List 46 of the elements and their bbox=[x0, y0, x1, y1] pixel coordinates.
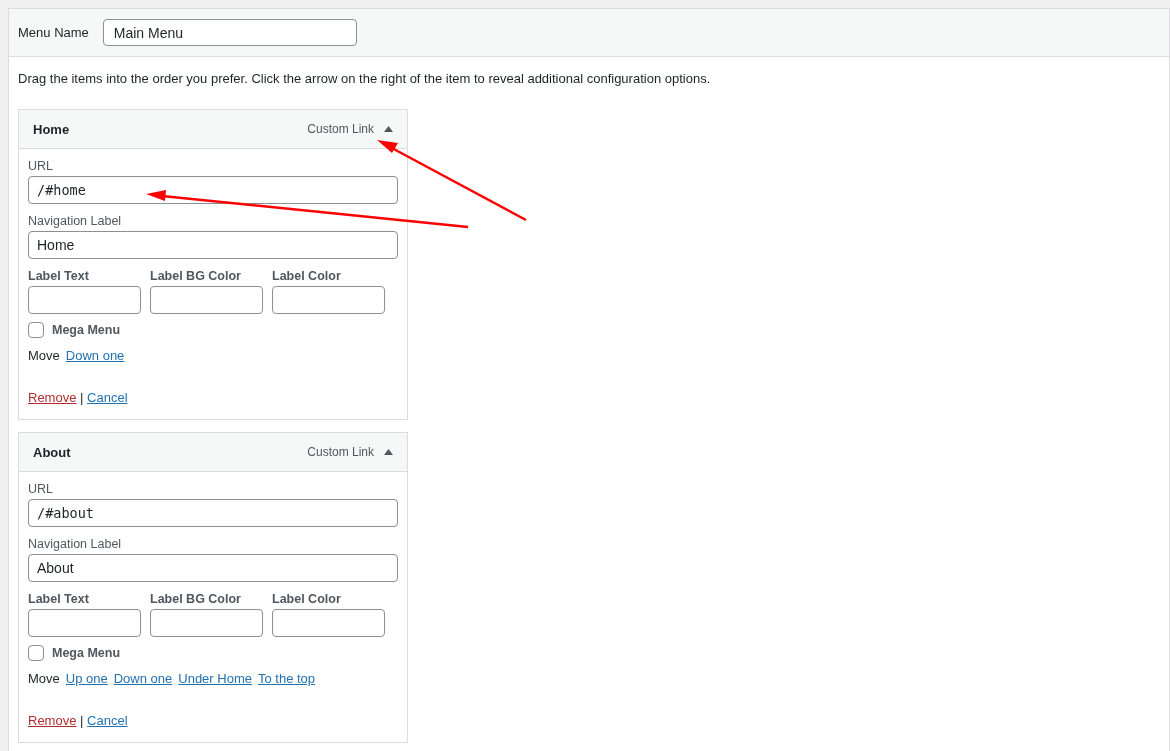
move-link[interactable]: To the top bbox=[257, 671, 316, 686]
item-type-label: Custom Link bbox=[307, 445, 374, 459]
navigation-label-label: Navigation Label bbox=[28, 537, 123, 551]
url-field[interactable]: /#about bbox=[28, 499, 398, 527]
url-label: URL bbox=[28, 159, 54, 173]
url-field[interactable]: /#home bbox=[28, 176, 398, 204]
mega-menu-label: Mega Menu bbox=[52, 323, 121, 337]
move-label: Move bbox=[28, 671, 60, 686]
input-field[interactable] bbox=[272, 609, 385, 637]
separator-text: | bbox=[80, 713, 84, 728]
menu-name-label: Menu Name bbox=[18, 25, 89, 40]
cancel-link[interactable]: Cancel bbox=[87, 390, 128, 405]
menu-name-field[interactable]: Main Menu bbox=[102, 19, 357, 46]
input-field[interactable] bbox=[150, 286, 263, 314]
move-link[interactable]: Down one bbox=[113, 671, 173, 686]
navigation-label-field[interactable]: About bbox=[28, 554, 398, 582]
move-link[interactable]: Down one bbox=[65, 348, 125, 363]
mega-menu-label: Mega Menu bbox=[52, 646, 121, 660]
menu-item-title: Home bbox=[33, 121, 71, 137]
field-label: Label Color bbox=[272, 592, 342, 606]
move-link[interactable]: Under Home bbox=[178, 671, 252, 686]
caret-icon[interactable] bbox=[384, 126, 393, 132]
navigation-label-field[interactable]: Home bbox=[28, 231, 398, 259]
move-label: Move bbox=[28, 348, 60, 363]
item-type-label: Custom Link bbox=[307, 122, 374, 136]
cancel-link[interactable]: Cancel bbox=[87, 713, 128, 728]
input-field[interactable] bbox=[150, 609, 263, 637]
caret-icon[interactable] bbox=[384, 449, 393, 455]
input-field[interactable] bbox=[272, 286, 385, 314]
remove-link[interactable]: Remove bbox=[28, 390, 77, 405]
input-field[interactable] bbox=[28, 286, 141, 314]
mega-menu-checkbox[interactable] bbox=[28, 322, 44, 338]
navigation-label-label: Navigation Label bbox=[28, 214, 123, 228]
url-label: URL bbox=[28, 482, 54, 496]
move-link[interactable]: Up one bbox=[65, 671, 108, 686]
remove-link[interactable]: Remove bbox=[28, 713, 77, 728]
field-label: Label Color bbox=[272, 269, 342, 283]
field-label: Label BG Color bbox=[150, 269, 242, 283]
separator-text: | bbox=[80, 390, 84, 405]
input-field[interactable] bbox=[28, 609, 141, 637]
field-label: Label BG Color bbox=[150, 592, 242, 606]
field-label: Label Text bbox=[28, 269, 90, 283]
instructions-text: Drag the items into the order you prefer. Click the arrow on the right of the item to reveal additional configuration options. bbox=[18, 71, 712, 86]
field-label: Label Text bbox=[28, 592, 90, 606]
mega-menu-checkbox[interactable] bbox=[28, 645, 44, 661]
menu-item-title: About bbox=[33, 444, 72, 460]
